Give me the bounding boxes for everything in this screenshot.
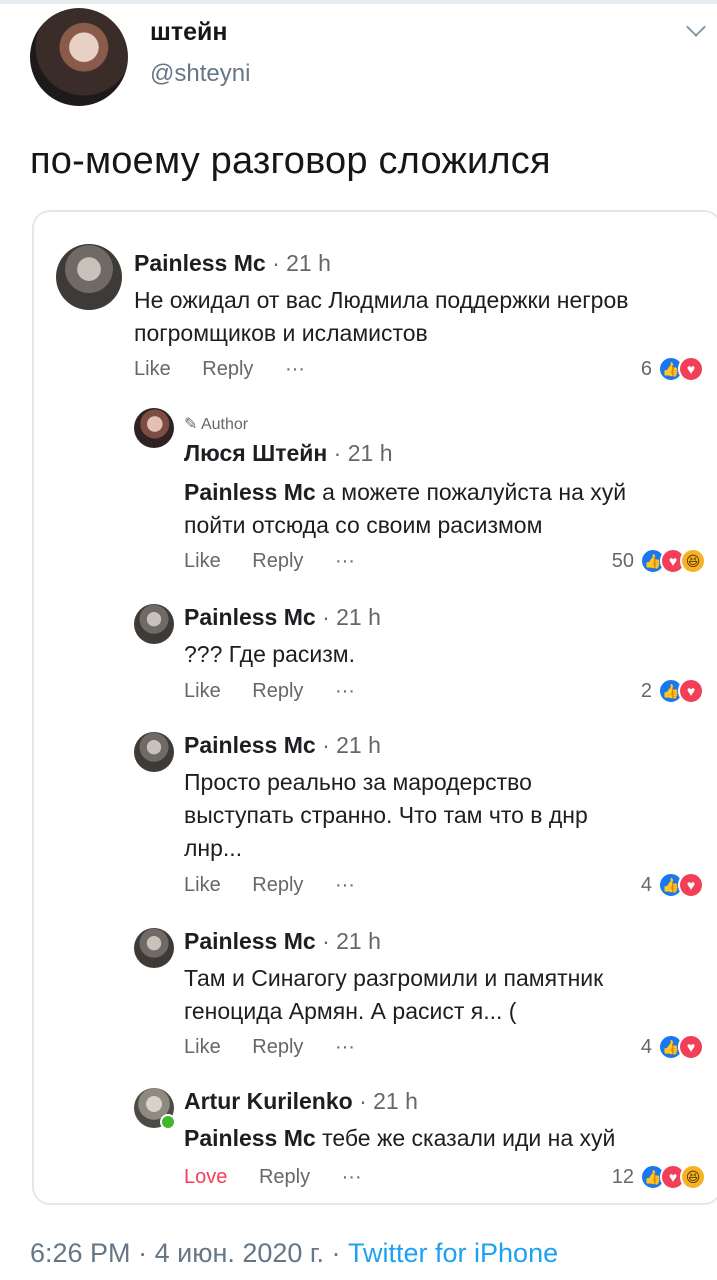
like-button[interactable]: Like xyxy=(184,680,221,703)
reaction-summary[interactable]: 4 👍 ♥ xyxy=(641,872,704,898)
heart-icon: ♥ xyxy=(678,872,704,898)
reaction-summary[interactable]: 2 👍 ♥ xyxy=(641,678,704,704)
comment-header: Painless Mc · 21 h xyxy=(184,604,381,630)
mention[interactable]: Painless Mc xyxy=(184,1125,316,1151)
comment-header: Painless Mc · 21 h xyxy=(184,732,381,758)
tweet-text: по-моему разговор сложился xyxy=(30,140,551,182)
comment-text-body: тебе же сказали иди на хуй xyxy=(315,1125,616,1151)
avatar xyxy=(134,408,174,448)
avatar xyxy=(134,928,174,968)
comment-header: Artur Kurilenko · 21 h xyxy=(184,1088,418,1114)
comment-header: Painless Mc · 21 h xyxy=(134,250,331,276)
comment-text: Просто реально за мародерство выступать … xyxy=(184,769,588,861)
top-divider xyxy=(0,0,717,4)
reply-button[interactable]: Reply xyxy=(252,874,303,897)
comment-header: Люся Штейн · 21 h xyxy=(184,440,393,466)
laughing-face-icon: 😆 xyxy=(680,1164,706,1190)
comment-time: 21 h xyxy=(336,732,381,758)
reaction-count: 2 xyxy=(640,679,652,702)
more-button[interactable]: ··· xyxy=(342,1166,362,1189)
reaction-count: 4 xyxy=(640,873,652,896)
comment-actions: Love Reply ··· xyxy=(184,1166,388,1189)
more-button[interactable]: ··· xyxy=(335,680,355,703)
love-button[interactable]: Love xyxy=(184,1166,227,1189)
reaction-summary[interactable]: 12 👍 ♥ 😆 xyxy=(612,1164,706,1190)
comment-time: 21 h xyxy=(336,604,381,630)
comment-actions: Like Reply ··· xyxy=(184,680,381,703)
heart-icon: ♥ xyxy=(678,678,704,704)
reaction-summary[interactable]: 6 👍 ♥ xyxy=(641,356,704,382)
tweet-footer: 6:26 PM · 4 июн. 2020 г. · Twitter for i… xyxy=(30,1238,558,1269)
reaction-count: 4 xyxy=(640,1035,652,1058)
comment-time: 21 h xyxy=(336,928,381,954)
tweet-source-link[interactable]: Twitter for iPhone xyxy=(348,1238,558,1268)
tweet-author-handle[interactable]: @shteyni xyxy=(150,60,250,88)
commenter-name: Люся Штейн xyxy=(184,440,328,466)
tweet-author-name[interactable]: штейн xyxy=(150,18,227,47)
comment-text: ??? Где расизм. xyxy=(184,641,355,667)
avatar xyxy=(134,604,174,644)
avatar xyxy=(134,732,174,772)
avatar xyxy=(56,244,122,310)
more-button[interactable]: ··· xyxy=(335,874,355,897)
reaction-count: 6 xyxy=(640,357,652,380)
reply-button[interactable]: Reply xyxy=(252,1036,303,1059)
like-button[interactable]: Like xyxy=(184,1036,221,1059)
heart-icon: ♥ xyxy=(678,1034,704,1060)
comment-text: Painless Mc тебе же сказали иди на хуй xyxy=(184,1122,615,1155)
tweet-author-avatar[interactable] xyxy=(30,8,128,106)
tweet-time[interactable]: 6:26 PM xyxy=(30,1238,131,1268)
reaction-count: 12 xyxy=(611,1165,634,1188)
heart-icon: ♥ xyxy=(678,356,704,382)
separator: · xyxy=(138,1238,148,1268)
chevron-down-icon[interactable] xyxy=(686,17,706,37)
commenter-name: Painless Mc xyxy=(184,732,316,758)
comment-actions: Like Reply ··· xyxy=(184,1036,381,1059)
commenter-name: Painless Mc xyxy=(184,928,316,954)
comment-time: 21 h xyxy=(286,250,331,276)
reply-button[interactable]: Reply xyxy=(252,550,303,573)
author-badge: ✎ Author xyxy=(184,414,248,434)
comment-actions: Like Reply ··· xyxy=(184,550,381,573)
reaction-count: 50 xyxy=(611,549,634,572)
online-status-icon xyxy=(160,1114,176,1130)
commenter-name: Artur Kurilenko xyxy=(184,1088,353,1114)
more-button[interactable]: ··· xyxy=(335,1036,355,1059)
pencil-icon: ✎ xyxy=(184,416,198,433)
tweet-date[interactable]: 4 июн. 2020 г. xyxy=(155,1238,324,1268)
like-button[interactable]: Like xyxy=(134,358,171,381)
comment-text: Там и Синагогу разгромили и памятник ген… xyxy=(184,965,604,1024)
author-badge-label: Author xyxy=(200,416,249,433)
comment-header: Painless Mc · 21 h xyxy=(184,928,381,954)
more-button[interactable]: ··· xyxy=(335,550,355,573)
more-button[interactable]: ··· xyxy=(285,358,305,381)
comment-text: Не ожидал от вас Людмила поддержки негро… xyxy=(134,287,629,346)
comment-time: 21 h xyxy=(347,440,393,466)
like-button[interactable]: Like xyxy=(184,550,221,573)
comment-actions: Like Reply ··· xyxy=(134,358,331,381)
reply-button[interactable]: Reply xyxy=(259,1166,310,1189)
reply-button[interactable]: Reply xyxy=(202,358,253,381)
reaction-summary[interactable]: 50 👍 ♥ 😆 xyxy=(612,548,706,574)
reaction-summary[interactable]: 4 👍 ♥ xyxy=(641,1034,704,1060)
mention[interactable]: Painless Mc xyxy=(184,479,316,505)
facebook-screenshot-card: Painless Mc · 21 h Не ожидал от вас Людм… xyxy=(32,210,717,1205)
commenter-name: Painless Mc xyxy=(134,250,266,276)
like-button[interactable]: Like xyxy=(184,874,221,897)
separator: · xyxy=(331,1238,341,1268)
comment-actions: Like Reply ··· xyxy=(184,874,381,897)
comment-time: 21 h xyxy=(373,1088,418,1114)
commenter-name: Painless Mc xyxy=(184,604,316,630)
comment-text: Painless Mc а можете пожалуйста на хуй п… xyxy=(184,476,626,542)
laughing-face-icon: 😆 xyxy=(680,548,706,574)
reply-button[interactable]: Reply xyxy=(252,680,303,703)
